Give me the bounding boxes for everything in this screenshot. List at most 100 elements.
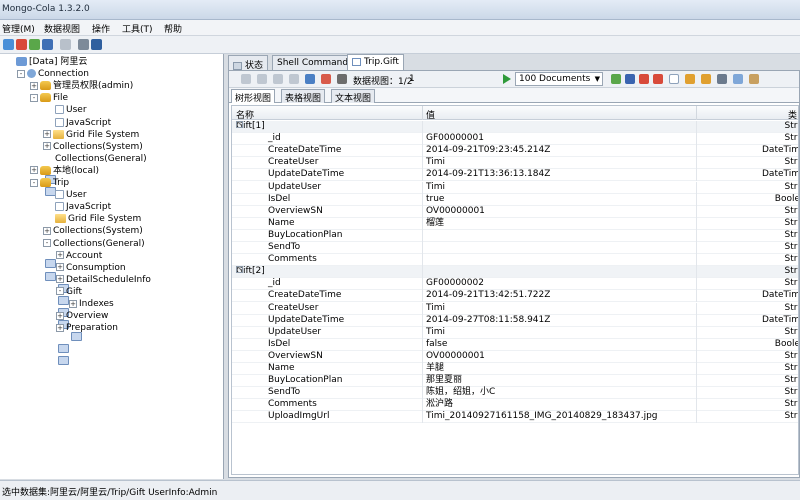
clear-icon[interactable] (321, 74, 331, 84)
field-value[interactable]: Timi (426, 327, 445, 338)
expand-icon[interactable]: + (69, 299, 77, 308)
tree-node[interactable]: + Indexes (69, 298, 114, 341)
tree-node[interactable]: + Grid File System (43, 129, 139, 141)
server-icon[interactable] (42, 39, 53, 50)
tab-tree-view[interactable]: 树形视图 (231, 89, 276, 104)
column-type-header[interactable]: 类 (788, 108, 797, 121)
field-value[interactable]: 2014-09-21T13:42:51.722Z (426, 290, 550, 301)
collapse-icon[interactable]: - (30, 178, 38, 187)
tree-node[interactable]: Collections(General) (43, 153, 147, 196)
stop-query-icon[interactable] (653, 74, 663, 84)
field-value[interactable]: true (426, 194, 444, 205)
tree-node[interactable]: JavaScript (43, 117, 111, 129)
refresh-icon[interactable] (29, 39, 40, 50)
write-icon[interactable] (701, 74, 711, 84)
edit-icon[interactable] (685, 74, 695, 84)
refresh-data-icon[interactable] (611, 74, 621, 84)
tree-node[interactable]: + 管理员权限(admin) (30, 80, 133, 92)
menu-tools[interactable]: 工具(T) (122, 22, 153, 35)
expand-icon[interactable]: + (43, 142, 51, 151)
field-row[interactable]: IsDel false Boole (232, 338, 798, 351)
tree-node[interactable]: JavaScript (43, 201, 111, 213)
field-row[interactable]: BuyLocationPlan Stri (232, 229, 798, 242)
field-value[interactable]: Timi (426, 182, 445, 193)
expand-icon[interactable]: + (43, 130, 51, 139)
prev-page-icon[interactable] (257, 74, 267, 84)
run-icon[interactable] (503, 74, 511, 84)
field-row[interactable]: CreateUser Timi Stri (232, 302, 798, 315)
stop-icon[interactable] (60, 39, 71, 50)
filter-icon[interactable] (337, 74, 347, 84)
first-page-icon[interactable] (241, 74, 251, 84)
expand-icon[interactable]: + (30, 81, 38, 90)
tab-shell-command[interactable]: Shell Command (272, 55, 354, 70)
field-value[interactable]: 2014-09-27T08:11:58.941Z (426, 315, 550, 326)
column-divider[interactable] (696, 106, 697, 120)
field-row[interactable]: UploadImgUrl Timi_20140927161158_IMG_2014… (232, 411, 798, 424)
document-grid[interactable]: 名称 值 类 - Gift[1] Stri _id GF00000001 Stri Crea… (231, 105, 799, 475)
menu-data-view[interactable]: 数据视图 (44, 22, 80, 35)
field-value[interactable]: false (426, 339, 447, 350)
new-document-icon[interactable] (669, 74, 679, 84)
tree-node[interactable]: + Collections(System) (43, 141, 143, 184)
tree-node[interactable]: - Connection (17, 68, 89, 80)
field-row[interactable]: _id GF00000001 Stri (232, 133, 798, 146)
tree-node[interactable]: - Trip (30, 177, 69, 189)
expand-icon[interactable]: + (56, 275, 64, 284)
document-row[interactable]: - Gift[2] Stri (232, 266, 798, 279)
paste-icon[interactable] (749, 74, 759, 84)
field-value[interactable]: Timi_20140927161158_IMG_20140829_183437.… (426, 411, 658, 422)
field-row[interactable]: Comments Stri (232, 254, 798, 267)
tree-node[interactable]: + 本地(local) (30, 165, 99, 177)
field-row[interactable]: OverviewSN OV00000001 Stri (232, 205, 798, 218)
last-page-icon[interactable] (289, 74, 299, 84)
tree-node[interactable]: + Preparation (56, 322, 118, 366)
field-row[interactable]: Name 榴莲 Stri (232, 217, 798, 230)
menu-operation[interactable]: 操作 (92, 22, 110, 35)
tree-node[interactable]: + Account (56, 250, 102, 293)
options-icon[interactable] (91, 39, 102, 50)
tab-table-view[interactable]: 表格视图 (281, 89, 326, 104)
tree-node[interactable]: [Data] 阿里云 (4, 56, 87, 68)
tree-node[interactable]: User (43, 104, 87, 116)
field-row[interactable]: UpdateDateTime 2014-09-21T13:36:13.184Z Da… (232, 169, 798, 182)
field-row[interactable]: UpdateDateTime 2014-09-27T08:11:58.941Z Da… (232, 314, 798, 327)
tree-node[interactable]: Grid File System (43, 213, 141, 225)
field-row[interactable]: OverviewSN OV00000001 Stri (232, 350, 798, 363)
field-row[interactable]: _id GF00000002 Stri (232, 278, 798, 291)
field-value[interactable]: 淞沪路 (426, 399, 453, 410)
tree-node[interactable]: + Overview (56, 310, 108, 354)
collapse-icon[interactable]: - (56, 287, 64, 296)
page-number[interactable]: 1 (409, 74, 415, 84)
field-value[interactable]: 羊腿 (426, 363, 444, 374)
query-icon[interactable] (305, 74, 315, 84)
tree-node[interactable]: + DetailScheduleInfo (56, 274, 151, 317)
tab-status[interactable]: 状态 (228, 55, 269, 71)
tree-node[interactable]: + Consumption (56, 262, 126, 305)
expand-icon[interactable]: + (56, 251, 64, 260)
collapse-icon[interactable]: - (17, 69, 25, 78)
field-row[interactable]: IsDel true Boole (232, 193, 798, 206)
collapse-icon[interactable]: - (236, 121, 243, 128)
field-value[interactable]: GF00000001 (426, 133, 484, 144)
field-value[interactable]: OV00000001 (426, 206, 485, 217)
collapse-icon[interactable]: - (236, 266, 243, 274)
tree-node[interactable]: - Gift (56, 286, 82, 329)
field-value[interactable]: OV00000001 (426, 351, 485, 362)
expand-icon[interactable]: + (30, 166, 38, 175)
field-row[interactable]: CreateDateTime 2014-09-21T13:42:51.722Z Da… (232, 290, 798, 303)
field-value[interactable]: Timi (426, 157, 445, 168)
field-value[interactable]: 榴莲 (426, 218, 444, 229)
connect-icon[interactable] (3, 39, 14, 50)
field-value[interactable]: 2014-09-21T09:23:45.214Z (426, 145, 550, 156)
expand-icon[interactable]: + (56, 323, 64, 332)
tree-node[interactable]: - File (30, 92, 68, 104)
field-row[interactable]: CreateUser Timi Stri (232, 157, 798, 170)
field-row[interactable]: SendTo Stri (232, 242, 798, 254)
expand-icon[interactable]: + (56, 263, 64, 272)
field-row[interactable]: UpdateUser Timi Stri (232, 326, 798, 339)
field-row[interactable]: BuyLocationPlan 那里夏丽 Stri (232, 375, 798, 388)
next-page-icon[interactable] (273, 74, 283, 84)
collapse-icon[interactable]: - (30, 93, 38, 102)
expand-icon[interactable]: + (43, 226, 51, 235)
